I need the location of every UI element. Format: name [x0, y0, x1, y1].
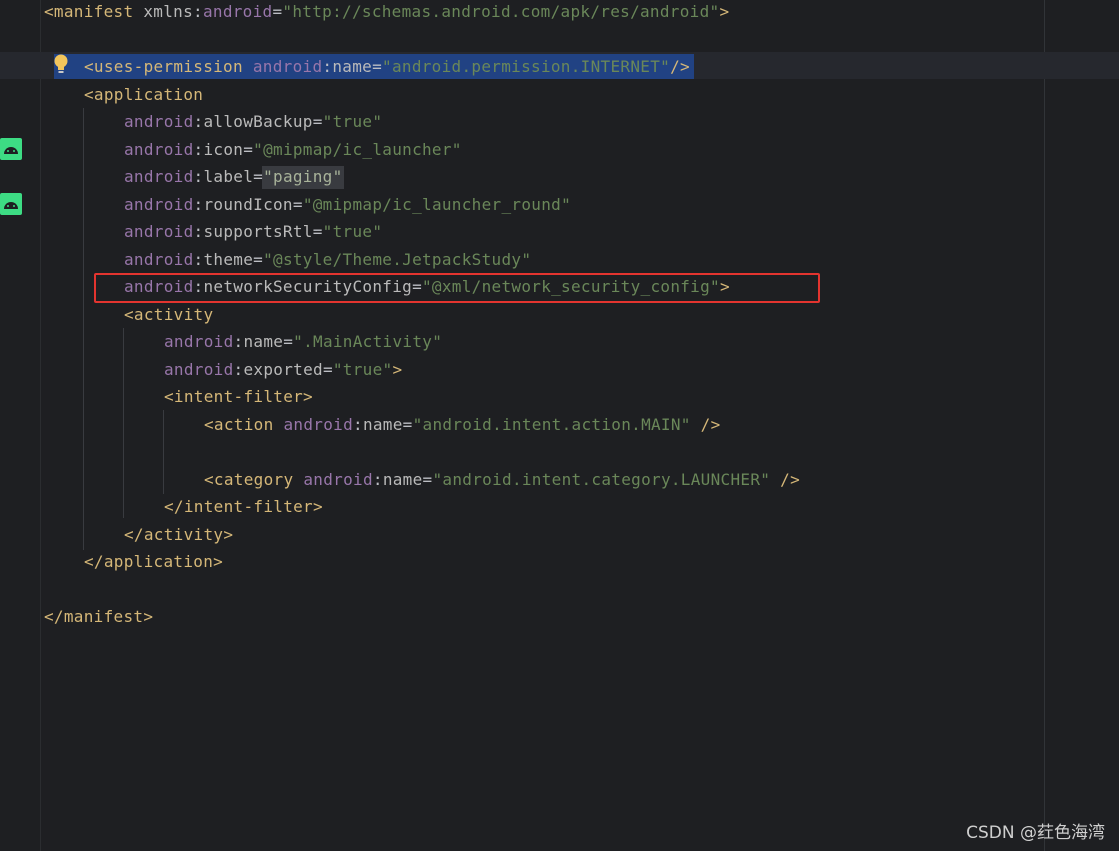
xml-namespace: android [124, 140, 194, 159]
xml-tag: <manifest [44, 2, 134, 21]
xml-tag: </manifest> [44, 607, 154, 626]
code-line-activity-name[interactable]: android:name=".MainActivity" [164, 328, 442, 355]
xml-attr: label [203, 167, 254, 186]
xml-value: ".MainActivity" [293, 332, 443, 351]
code-line-allow-backup[interactable]: android:allowBackup="true" [124, 108, 382, 135]
xml-namespace: android [283, 415, 353, 434]
xml-value: "true" [322, 112, 383, 131]
editor-gutter [0, 0, 41, 851]
xml-tag-close: /> [770, 470, 801, 489]
xml-tag-close: > [392, 360, 403, 379]
indent-guide [123, 328, 124, 518]
xml-value: "android.intent.category.LAUNCHER" [432, 470, 771, 489]
code-line-activity-open[interactable]: <activity [124, 301, 213, 328]
code-line-application-close[interactable]: </application> [84, 548, 223, 575]
xml-attr: theme [203, 250, 254, 269]
code-line-activity-close[interactable]: </activity> [124, 521, 233, 548]
xml-value: "http://schemas.android.com/apk/res/andr… [282, 2, 720, 21]
code-line-intent-filter-close[interactable]: </intent-filter> [164, 493, 323, 520]
indent-guide [163, 410, 164, 494]
xml-namespace: android [164, 332, 234, 351]
xml-namespace: android [164, 360, 234, 379]
xml-tag: <uses-permission [84, 57, 243, 76]
xml-namespace: android [124, 222, 194, 241]
xml-tag: <action [204, 415, 274, 434]
xml-namespace: android [124, 195, 194, 214]
xml-value: "true" [332, 360, 393, 379]
code-line-label[interactable]: android:label="paging" [124, 163, 343, 190]
xml-value: "true" [322, 222, 383, 241]
xml-namespace: android [124, 167, 194, 186]
xml-attr: roundIcon [203, 195, 293, 214]
xml-tag-close: /> [690, 415, 721, 434]
xml-value: "paging" [263, 167, 343, 186]
xml-namespace: android [252, 57, 323, 76]
lightbulb-icon[interactable] [52, 52, 70, 76]
code-line-action[interactable]: <action android:name="android.intent.act… [204, 411, 721, 438]
xml-tag: </application> [84, 552, 224, 571]
xml-attr: allowBackup [203, 112, 313, 131]
xml-attr: name [243, 332, 284, 351]
code-line-activity-exported[interactable]: android:exported="true"> [164, 356, 402, 383]
xml-value: "@style/Theme.JetpackStudy" [263, 250, 532, 269]
android-icon[interactable] [0, 138, 22, 160]
code-editor[interactable]: <manifest xmlns:android="http://schemas.… [0, 0, 1119, 851]
code-line-manifest-close[interactable]: </manifest> [44, 603, 153, 630]
xml-attr: icon [203, 140, 244, 159]
highlight-annotation-box [94, 273, 820, 303]
xml-tag-close: /> [670, 57, 690, 76]
code-line-icon[interactable]: android:icon="@mipmap/ic_launcher" [124, 136, 462, 163]
code-line-uses-permission[interactable]: <uses-permission android:name="android.p… [84, 53, 690, 80]
indent-guide [83, 108, 84, 550]
code-line-round-icon[interactable]: android:roundIcon="@mipmap/ic_launcher_r… [124, 191, 571, 218]
xml-namespace: android [124, 250, 194, 269]
xml-namespace: android [202, 2, 273, 21]
xml-value: "android.permission.INTERNET" [382, 57, 671, 76]
xml-tag: <activity [124, 305, 214, 324]
code-line-theme[interactable]: android:theme="@style/Theme.JetpackStudy… [124, 246, 531, 273]
watermark: CSDN @荭色海湾 [966, 823, 1105, 843]
xml-namespace: android [124, 112, 194, 131]
xml-tag: <intent-filter> [164, 387, 313, 406]
xml-attr: name [332, 57, 373, 76]
xml-value: "@mipmap/ic_launcher_round" [302, 195, 571, 214]
code-line-intent-filter-open[interactable]: <intent-filter> [164, 383, 313, 410]
xml-attr: name [362, 415, 403, 434]
xml-attr: xmlns [143, 2, 194, 21]
xml-namespace: android [303, 470, 373, 489]
xml-value: "@mipmap/ic_launcher" [253, 140, 462, 159]
xml-attr: exported [243, 360, 323, 379]
code-line-application-open[interactable]: <application [84, 81, 203, 108]
xml-colon: : [193, 2, 203, 21]
xml-attr: name [382, 470, 423, 489]
xml-value: "android.intent.action.MAIN" [412, 415, 691, 434]
xml-tag: </activity> [124, 525, 234, 544]
xml-attr: supportsRtl [203, 222, 313, 241]
xml-tag: <category [204, 470, 294, 489]
code-line-supports-rtl[interactable]: android:supportsRtl="true" [124, 218, 382, 245]
code-line-manifest-open[interactable]: <manifest xmlns:android="http://schemas.… [44, 0, 729, 25]
xml-tag-close: > [719, 2, 730, 21]
android-icon[interactable] [0, 193, 22, 215]
xml-tag: <application [84, 85, 204, 104]
xml-tag: </intent-filter> [164, 497, 323, 516]
xml-equals: = [272, 2, 283, 21]
code-line-category[interactable]: <category android:name="android.intent.c… [204, 466, 800, 493]
right-margin-guide [1044, 0, 1045, 851]
